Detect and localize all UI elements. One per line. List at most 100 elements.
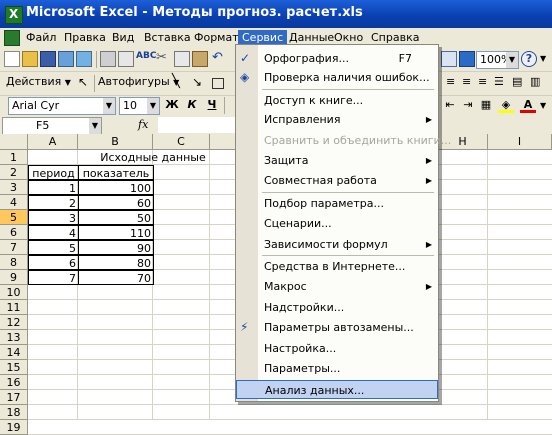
period-cell[interactable]: 2 [28, 195, 79, 210]
row-header-18[interactable]: 18 [0, 405, 28, 420]
menu-item-14[interactable]: ⚡ Параметры автозамены... [236, 318, 438, 337]
menu-item-9[interactable]: Сценарии... [236, 214, 438, 233]
select-all-corner[interactable] [0, 134, 28, 150]
decrease-indent-icon[interactable]: ⇤ [442, 98, 458, 114]
menu-item-11[interactable]: Средства в Интернете... [236, 257, 438, 276]
cut-icon[interactable]: ✂ [156, 51, 172, 67]
row-header-10[interactable]: 10 [0, 285, 28, 300]
menu-view[interactable]: Вид [108, 30, 138, 46]
row-header-2[interactable]: 2 [0, 165, 28, 180]
value-cell[interactable]: 110 [78, 225, 154, 240]
drawing-icon[interactable] [459, 51, 475, 67]
format-options-icon[interactable]: ▼ [540, 98, 552, 114]
actions-menu[interactable]: Действия ▼ [6, 75, 71, 88]
value-cell[interactable]: 60 [78, 195, 154, 210]
row-header-13[interactable]: 13 [0, 330, 28, 345]
row-header-12[interactable]: 12 [0, 315, 28, 330]
help-icon[interactable]: ? [521, 51, 537, 67]
toolbar-options-icon[interactable]: ▼ [540, 51, 552, 67]
value-cell[interactable]: 50 [78, 210, 154, 225]
increase-indent-icon[interactable]: ⇥ [460, 98, 476, 114]
fx-icon[interactable]: fx [138, 118, 148, 131]
distribute-icon[interactable]: ☰ [494, 75, 510, 91]
value-cell[interactable]: 80 [78, 255, 154, 270]
value-cell[interactable]: 90 [78, 240, 154, 255]
autoshapes-menu[interactable]: Автофигуры ▼ [98, 75, 179, 88]
column-header-d[interactable] [210, 134, 238, 150]
menu-item-6[interactable]: Защита ▶ [236, 151, 438, 170]
align-left-icon[interactable]: ≡ [446, 75, 462, 91]
font-size-dropdown-icon[interactable]: ▼ [147, 98, 159, 114]
menu-item-4[interactable]: Исправления ▶ [236, 110, 438, 129]
menu-item-1[interactable]: ✓ Орфография... F7 [236, 49, 438, 68]
font-name-dropdown-icon[interactable]: ▼ [103, 98, 115, 114]
menu-item-7[interactable]: Совместная работа ▶ [236, 171, 438, 190]
copy-icon[interactable] [174, 51, 190, 67]
font-color-icon[interactable]: A [520, 98, 536, 113]
rectangle-icon[interactable] [212, 78, 224, 89]
row-header-5[interactable]: 5 [0, 210, 28, 225]
period-cell[interactable]: 4 [28, 225, 79, 240]
bold-button[interactable]: Ж [164, 98, 180, 114]
period-cell[interactable]: 5 [28, 240, 79, 255]
permission-icon[interactable] [58, 51, 74, 67]
menu-item-17[interactable]: Анализ данных... [236, 380, 438, 399]
save-icon[interactable] [40, 51, 56, 67]
italic-button[interactable]: К [184, 98, 200, 114]
order-icon[interactable]: ▤ [512, 75, 528, 91]
period-cell[interactable]: 7 [28, 270, 79, 285]
menu-item-8[interactable]: Подбор параметра... [236, 194, 438, 213]
period-cell[interactable]: 3 [28, 210, 79, 225]
header-cell-value[interactable]: показатель [78, 165, 154, 180]
menu-file[interactable]: Файл [22, 30, 60, 46]
menu-insert[interactable]: Вставка [140, 30, 195, 46]
row-header-8[interactable]: 8 [0, 255, 28, 270]
menu-item-10[interactable]: Зависимости формул ▶ [236, 235, 438, 254]
row-header-9[interactable]: 9 [0, 270, 28, 285]
row-header-7[interactable]: 7 [0, 240, 28, 255]
font-size-combo[interactable]: 10 ▼ [119, 97, 160, 115]
zoom-combo[interactable]: 100% ▼ [476, 51, 519, 69]
email-icon[interactable] [76, 51, 92, 67]
formula-input[interactable] [158, 117, 238, 133]
line-icon[interactable]: ╲ [172, 75, 188, 91]
menu-item-16[interactable]: Параметры... [236, 359, 438, 378]
chart-wizard-icon[interactable] [441, 51, 457, 67]
name-box-dropdown-icon[interactable]: ▼ [89, 118, 101, 134]
value-cell[interactable]: 100 [78, 180, 154, 195]
undo-icon[interactable]: ↶ [212, 51, 228, 67]
font-name-combo[interactable]: Arial Cyr ▼ [8, 97, 116, 115]
menu-item-12[interactable]: Макрос ▶ [236, 277, 438, 296]
period-cell[interactable]: 6 [28, 255, 79, 270]
row-header-16[interactable]: 16 [0, 375, 28, 390]
row-header-4[interactable]: 4 [0, 195, 28, 210]
new-icon[interactable] [4, 51, 20, 67]
excel-app-icon[interactable] [5, 6, 23, 24]
row-header-6[interactable]: 6 [0, 225, 28, 240]
menu-item-15[interactable]: Настройка... [236, 339, 438, 358]
row-header-15[interactable]: 15 [0, 360, 28, 375]
open-icon[interactable] [22, 51, 38, 67]
print-icon[interactable] [100, 51, 116, 67]
spelling-toolbar-icon[interactable]: ABC [136, 51, 156, 67]
menu-item-13[interactable]: Надстройки... [236, 298, 438, 317]
row-header-1[interactable]: 1 [0, 150, 28, 165]
column-header-b[interactable]: B [78, 134, 153, 150]
value-cell[interactable]: 70 [78, 270, 154, 285]
borders-icon[interactable]: ▦ [478, 98, 494, 114]
column-header-a[interactable]: A [28, 134, 78, 150]
select-objects-icon[interactable]: ↖ [78, 75, 94, 91]
row-header-3[interactable]: 3 [0, 180, 28, 195]
underline-button[interactable]: Ч [204, 98, 220, 114]
column-header-c[interactable]: C [153, 134, 210, 150]
header-cell-period[interactable]: период [28, 165, 79, 180]
row-header-14[interactable]: 14 [0, 345, 28, 360]
menu-edit[interactable]: Правка [60, 30, 110, 46]
document-icon[interactable] [4, 30, 20, 46]
name-box[interactable]: F5 ▼ [2, 117, 102, 135]
column-header-i[interactable]: I [488, 134, 552, 150]
period-cell[interactable]: 1 [28, 180, 79, 195]
paste-icon[interactable] [192, 51, 208, 67]
row-header-17[interactable]: 17 [0, 390, 28, 405]
title-cell[interactable]: Исходные данные [78, 150, 228, 165]
